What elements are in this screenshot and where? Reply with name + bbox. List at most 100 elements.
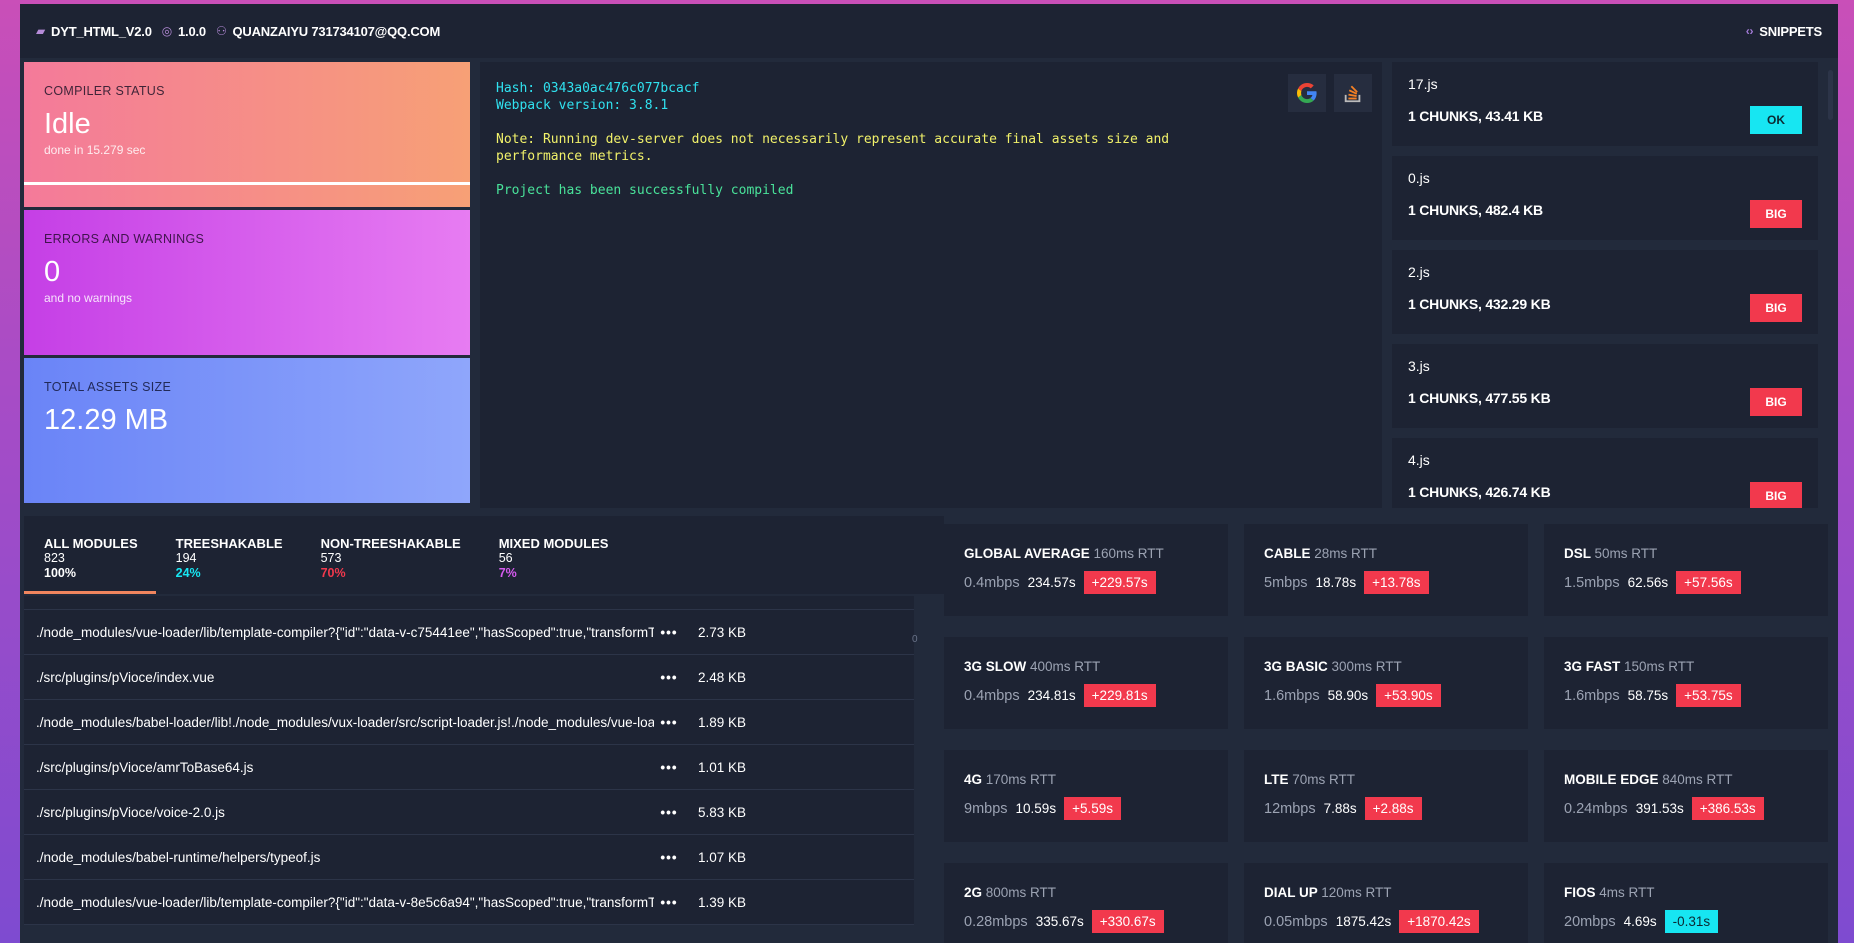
network-time: 234.57s <box>1027 575 1076 590</box>
asset-item[interactable]: 17.js 1 CHUNKS, 43.41 KB OK <box>1392 62 1818 146</box>
asset-badge: BIG <box>1750 482 1802 508</box>
network-speed: 0.4mbps <box>964 574 1020 591</box>
project-info: ▰ DYT_HTML_V2.0 <box>36 24 152 39</box>
network-rtt: 300ms RTT <box>1331 659 1402 674</box>
table-row[interactable]: ./src/plugins/pVioce/index.vue ••• 2.48 … <box>24 655 914 700</box>
more-options-button[interactable]: ••• <box>654 805 684 820</box>
network-tile-cable: CABLE 28ms RTT 5mbps 18.78s +13.78s <box>1244 524 1528 616</box>
table-row[interactable]: ./node_modules/vue-loader/lib/template-c… <box>24 880 914 925</box>
network-name: MOBILE EDGE <box>1564 772 1659 787</box>
network-speed: 0.4mbps <box>964 687 1020 704</box>
tab-count: 56 <box>498 551 513 565</box>
network-rtt: 4ms RTT <box>1599 885 1655 900</box>
more-options-button[interactable]: ••• <box>654 670 684 685</box>
asset-name: 2.js <box>1408 264 1430 280</box>
table-row[interactable]: ./node_modules/vue-loader/lib/template-c… <box>24 610 914 655</box>
asset-item[interactable]: 2.js 1 CHUNKS, 432.29 KB BIG <box>1392 250 1818 334</box>
network-tile-3g-fast: 3G FAST 150ms RTT 1.6mbps 58.75s +53.75s <box>1544 637 1828 729</box>
network-speed: 1.6mbps <box>1564 687 1620 704</box>
module-rows: ./node_modules/vue-loader/lib/template-c… <box>24 596 914 925</box>
network-tile-lte: LTE 70ms RTT 12mbps 7.88s +2.88s <box>1244 750 1528 842</box>
log-icons <box>1288 74 1372 112</box>
network-tile-global-average: GLOBAL AVERAGE 160ms RTT 0.4mbps 234.57s +… <box>944 524 1228 616</box>
snippets-label: SNIPPETS <box>1759 23 1822 39</box>
network-tile-dial-up: DIAL UP 120ms RTT 0.05mbps 1875.42s +1870.… <box>1244 863 1528 943</box>
network-tile-2g: 2G 800ms RTT 0.28mbps 335.67s +330.67s <box>944 863 1228 943</box>
stackoverflow-search-button[interactable] <box>1334 74 1372 112</box>
more-options-button[interactable]: ••• <box>654 895 684 910</box>
tab-non-treeshakable[interactable]: NON-TREESHAKABLE 573 70% <box>301 516 479 594</box>
project-name: DYT_HTML_V2.0 <box>51 23 152 39</box>
assets-size-value: 12.29 MB <box>44 404 169 436</box>
more-options-button[interactable]: ••• <box>654 625 684 640</box>
table-row[interactable]: ./node_modules/babel-runtime/helpers/typ… <box>24 835 914 880</box>
network-name: DSL <box>1564 546 1591 561</box>
compile-log: Hash: 0343a0ac476c077bcacf Webpack versi… <box>480 62 1382 508</box>
tab-treeshakable[interactable]: TREESHAKABLE 194 24% <box>156 516 301 594</box>
asset-badge: BIG <box>1750 388 1802 416</box>
network-delta: +57.56s <box>1676 571 1741 594</box>
more-options-button[interactable]: ••• <box>654 715 684 730</box>
top-bar: ▰ DYT_HTML_V2.0 ◎ 1.0.0 ⚇ QUANZAIYU 7317… <box>20 4 1838 58</box>
module-path: ./node_modules/vue-loader/lib/template-c… <box>36 894 654 910</box>
compiler-status-label: COMPILER STATUS <box>44 84 165 98</box>
table-row[interactable]: ./node_modules/babel-loader/lib!./node_m… <box>24 700 914 745</box>
tab-title: ALL MODULES <box>44 536 138 551</box>
compiler-status-sub: done in 15.279 sec <box>44 143 146 157</box>
asset-item[interactable]: 3.js 1 CHUNKS, 477.55 KB BIG <box>1392 344 1818 428</box>
google-search-button[interactable] <box>1288 74 1326 112</box>
module-size: 1.01 KB <box>698 759 747 775</box>
module-path: ./src/plugins/pVioce/amrToBase64.js <box>36 759 254 775</box>
network-name: CABLE <box>1264 546 1311 561</box>
network-delta: +229.81s <box>1083 684 1156 707</box>
network-name: LTE <box>1264 772 1289 787</box>
network-name: 3G SLOW <box>964 659 1027 674</box>
network-name: 2G <box>964 885 983 900</box>
tab-all-modules[interactable]: ALL MODULES 823 100% <box>24 516 156 594</box>
more-options-button[interactable]: ••• <box>654 850 684 865</box>
tab-mixed-modules[interactable]: MIXED MODULES 56 7% <box>479 516 627 594</box>
network-speed: 0.24mbps <box>1564 800 1628 817</box>
network-speed: 9mbps <box>964 800 1008 817</box>
network-tile-mobile-edge: MOBILE EDGE 840ms RTT 0.24mbps 391.53s +38… <box>1544 750 1828 842</box>
assets-scrollbar[interactable] <box>1828 70 1833 120</box>
network-tile-dsl: DSL 50ms RTT 1.5mbps 62.56s +57.56s <box>1544 524 1828 616</box>
table-row[interactable]: ./src/plugins/pVioce/voice-2.0.js ••• 5.… <box>24 790 914 835</box>
network-speed: 0.28mbps <box>964 913 1028 930</box>
asset-name: 0.js <box>1408 170 1430 186</box>
network-tile-3g-slow: 3G SLOW 400ms RTT 0.4mbps 234.81s +229.81s <box>944 637 1228 729</box>
version-label: 1.0.0 <box>178 23 206 39</box>
network-delta: +2.88s <box>1364 797 1422 820</box>
network-rtt: 50ms RTT <box>1594 546 1658 561</box>
users-icon: ⚇ <box>215 24 227 38</box>
network-speed: 20mbps <box>1564 913 1616 930</box>
errors-sub: and no warnings <box>44 291 133 305</box>
tab-count: 194 <box>175 551 197 565</box>
network-delta: +386.53s <box>1691 797 1764 820</box>
asset-item[interactable]: 0.js 1 CHUNKS, 482.4 KB BIG <box>1392 156 1818 240</box>
module-path: ./node_modules/babel-loader/lib!./node_m… <box>36 714 654 730</box>
tab-percent: 100% <box>44 566 76 580</box>
network-time: 58.90s <box>1327 688 1369 703</box>
assets-list: 17.js 1 CHUNKS, 43.41 KB OK 0.js 1 CHUNK… <box>1392 62 1828 508</box>
module-size: 1.89 KB <box>698 714 747 730</box>
asset-item[interactable]: 4.js 1 CHUNKS, 426.74 KB BIG <box>1392 438 1818 508</box>
version-info: ◎ 1.0.0 <box>162 24 206 39</box>
network-time: 335.67s <box>1035 914 1084 929</box>
network-name: 3G BASIC <box>1264 659 1328 674</box>
module-tabs: ALL MODULES 823 100% TREESHAKABLE 194 24… <box>24 516 944 594</box>
network-rtt: 28ms RTT <box>1314 546 1378 561</box>
network-speed: 5mbps <box>1264 574 1308 591</box>
more-options-button[interactable]: ••• <box>654 760 684 775</box>
scroll-indicator: 0 <box>912 634 918 645</box>
network-time: 62.56s <box>1627 575 1669 590</box>
network-delta: +53.75s <box>1676 684 1741 707</box>
network-delta: +5.59s <box>1064 797 1121 820</box>
asset-info: 1 CHUNKS, 432.29 KB <box>1408 296 1551 312</box>
network-tile-fios: FIOS 4ms RTT 20mbps 4.69s -0.31s <box>1544 863 1828 943</box>
table-row[interactable]: ./src/plugins/pVioce/amrToBase64.js ••• … <box>24 745 914 790</box>
folder-icon: ▰ <box>36 24 46 38</box>
network-time: 10.59s <box>1015 801 1057 816</box>
snippets-button[interactable]: ‹› SNIPPETS <box>1746 24 1822 39</box>
modules-panel: ALL MODULES 823 100% TREESHAKABLE 194 24… <box>20 516 944 943</box>
